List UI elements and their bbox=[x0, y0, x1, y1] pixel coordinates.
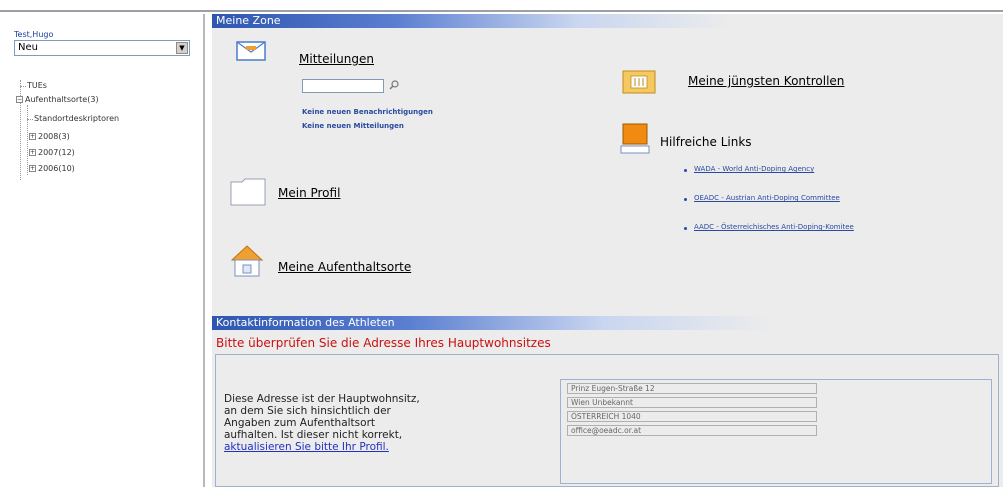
chevron-down-icon[interactable]: ▼ bbox=[176, 42, 188, 54]
home-icon[interactable] bbox=[230, 244, 264, 278]
tree-connector bbox=[27, 119, 33, 120]
tree-item-tues[interactable]: TUEs bbox=[27, 81, 47, 90]
messages-link[interactable]: Mitteilungen bbox=[299, 52, 374, 66]
oeadc-link[interactable]: OEADC - Austrian Anti-Doping Committee bbox=[694, 194, 840, 202]
wada-link[interactable]: WADA - World Anti-Doping Agency bbox=[694, 165, 814, 173]
contact-description: Diese Adresse ist der Hauptwohnsitz, an … bbox=[224, 393, 424, 453]
address-email: office@oeadc.or.at bbox=[567, 425, 817, 436]
contact-description-text: Diese Adresse ist der Hauptwohnsitz, an … bbox=[224, 393, 420, 441]
bullet bbox=[684, 227, 687, 230]
tree-connector bbox=[20, 86, 26, 87]
tree-item-year[interactable]: +2008(3) bbox=[29, 132, 70, 141]
collapse-icon[interactable]: − bbox=[16, 96, 23, 103]
messages-search-input[interactable] bbox=[302, 79, 384, 93]
no-messages-text: Keine neuen Mitteilungen bbox=[302, 122, 404, 130]
contact-box: Diese Adresse ist der Hauptwohnsitz, an … bbox=[215, 354, 999, 487]
envelope-icon[interactable] bbox=[236, 40, 266, 62]
main-content: Meine Zone Mitteilungen Keine neuen Bena… bbox=[212, 14, 1003, 487]
tree-item-label: 2007(12) bbox=[38, 148, 75, 157]
tree-item-year[interactable]: +2007(12) bbox=[29, 148, 75, 157]
tree-item-location-descriptors[interactable]: Standortdeskriptoren bbox=[34, 114, 119, 123]
contact-header: Kontaktinformation des Athleten bbox=[212, 316, 772, 330]
helpful-links-title: Hilfreiche Links bbox=[660, 135, 752, 149]
controls-folder-icon[interactable] bbox=[622, 68, 656, 94]
zone-header: Meine Zone bbox=[212, 14, 732, 28]
search-icon[interactable] bbox=[388, 79, 400, 91]
status-select[interactable]: Neu ▼ bbox=[14, 40, 190, 56]
profile-link[interactable]: Mein Profil bbox=[278, 186, 340, 200]
tree-item-label: Standortdeskriptoren bbox=[34, 114, 120, 123]
recent-controls-link[interactable]: Meine jüngsten Kontrollen bbox=[688, 74, 844, 88]
user-name-link[interactable]: Test,Hugo bbox=[14, 30, 53, 39]
expand-icon[interactable]: + bbox=[29, 133, 36, 140]
tree-item-label: 2006(10) bbox=[38, 164, 75, 173]
expand-icon[interactable]: + bbox=[29, 165, 36, 172]
tree-connector bbox=[27, 105, 28, 175]
expand-icon[interactable]: + bbox=[29, 149, 36, 156]
tree-item-label: Aufenthaltsorte(3) bbox=[25, 95, 99, 104]
tree-item-whereabouts[interactable]: − Aufenthaltsorte(3) bbox=[16, 95, 99, 104]
address-city: Wien Unbekannt bbox=[567, 397, 817, 408]
aadc-link[interactable]: AADC - Österreichisches Anti-Doping-Komi… bbox=[694, 223, 854, 231]
folder-icon[interactable] bbox=[230, 178, 266, 206]
no-notifications-text: Keine neuen Benachrichtigungen bbox=[302, 108, 433, 116]
sidebar: Test,Hugo Neu ▼ TUEs − Aufenthaltsorte(3)… bbox=[0, 14, 205, 487]
tree-item-label: TUEs bbox=[27, 81, 47, 90]
tree-item-label: 2008(3) bbox=[38, 132, 70, 141]
status-select-value: Neu bbox=[18, 42, 38, 53]
update-profile-link[interactable]: aktualisieren Sie bitte Ihr Profil. bbox=[224, 441, 389, 453]
address-panel: Prinz Eugen-Straße 12 Wien Unbekannt ÖST… bbox=[560, 379, 992, 484]
whereabouts-link[interactable]: Meine Aufenthaltsorte bbox=[278, 260, 411, 274]
address-country: ÖSTERREICH 1040 bbox=[567, 411, 817, 422]
bullet bbox=[684, 198, 687, 201]
check-address-warning: Bitte überprüfen Sie die Adresse Ihres H… bbox=[216, 336, 551, 350]
top-border bbox=[0, 0, 1003, 12]
bullet bbox=[684, 169, 687, 172]
tree-item-year[interactable]: +2006(10) bbox=[29, 164, 75, 173]
address-street: Prinz Eugen-Straße 12 bbox=[567, 383, 817, 394]
computer-icon bbox=[620, 123, 650, 154]
